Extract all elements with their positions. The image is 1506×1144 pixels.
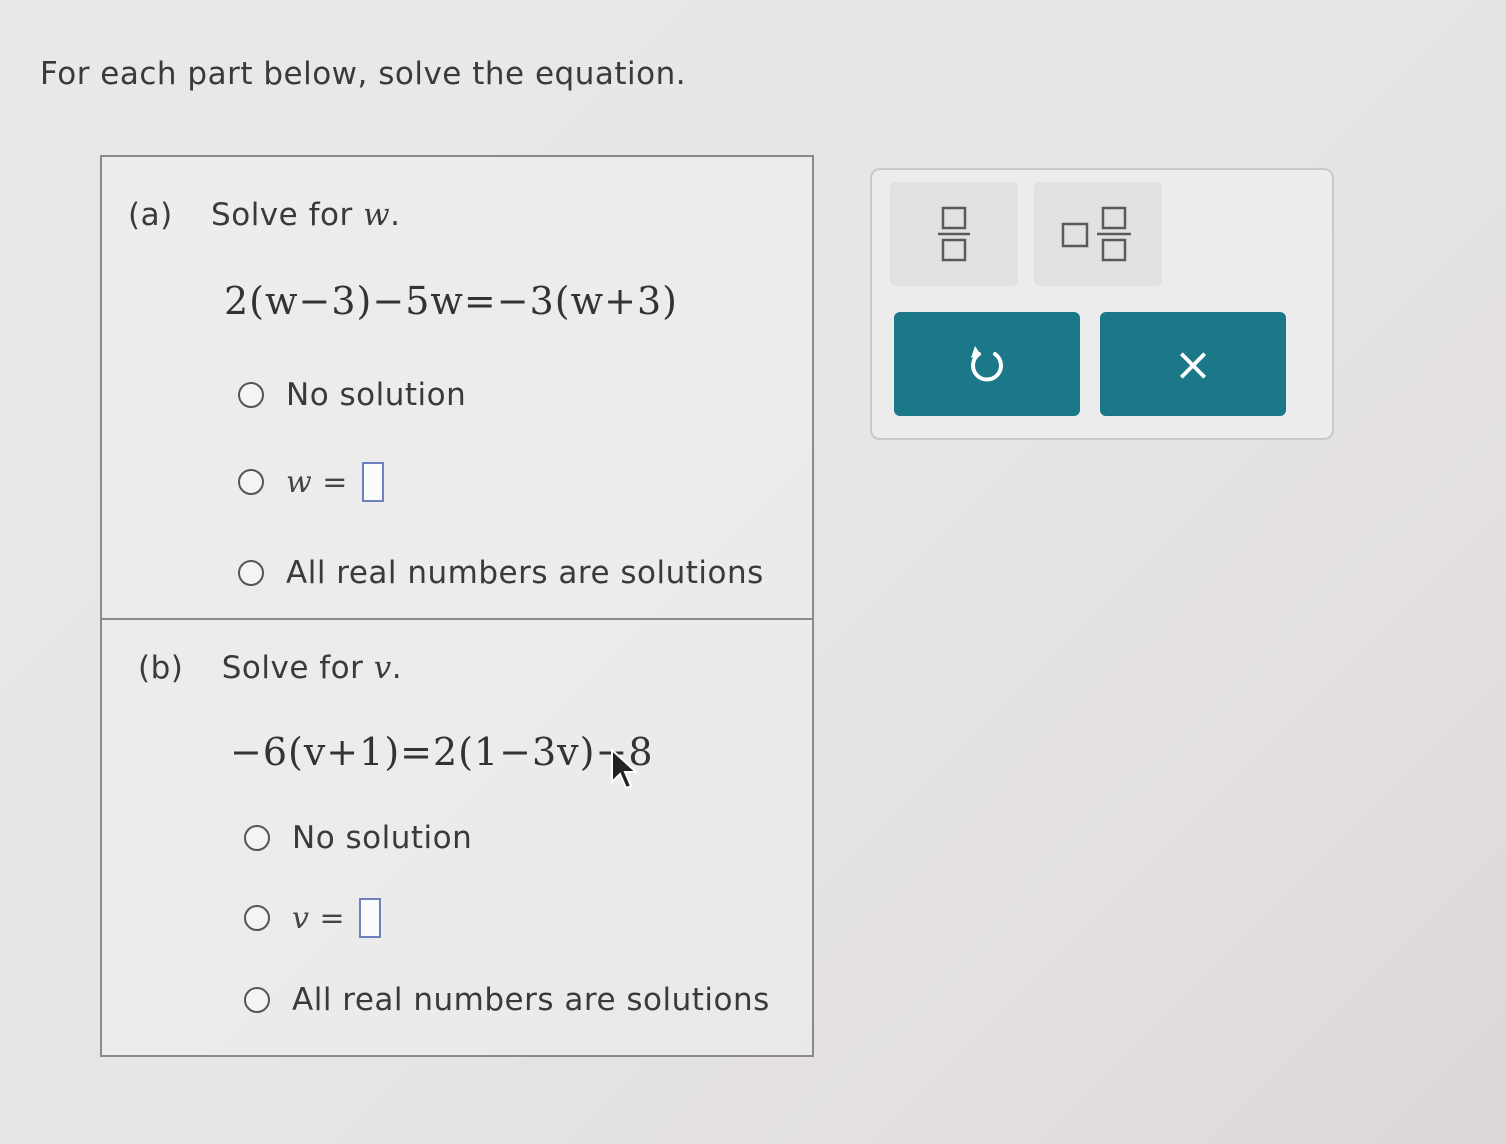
radio-button[interactable] <box>238 382 264 408</box>
radio-button[interactable] <box>244 987 270 1013</box>
answer-equation: v = <box>292 898 382 938</box>
part-b-equation: −6(v+1)=2(1−3v)−8 <box>230 730 654 774</box>
clear-button[interactable]: × <box>1100 312 1286 416</box>
mixed-number-button[interactable] <box>1034 182 1162 286</box>
part-a-answer-input[interactable] <box>361 462 384 502</box>
math-toolbar: × <box>870 168 1334 440</box>
part-b-option-all-real[interactable]: All real numbers are solutions <box>244 982 770 1018</box>
radio-button[interactable] <box>244 825 270 851</box>
part-a-prompt-suffix: . <box>390 197 401 233</box>
mixed-number-icon <box>1061 206 1131 262</box>
part-b-option-no-solution[interactable]: No solution <box>244 820 472 856</box>
part-a-header: (a) Solve for w. <box>128 197 400 233</box>
fraction-button[interactable] <box>890 182 1018 286</box>
option-label: All real numbers are solutions <box>286 555 764 591</box>
radio-button[interactable] <box>238 560 264 586</box>
option-label: No solution <box>292 820 473 856</box>
part-b-answer-input[interactable] <box>359 898 382 938</box>
part-a: (a) Solve for w. 2(w−3)−5w=−3(w+3) No so… <box>102 157 812 620</box>
option-label: No solution <box>286 377 467 413</box>
answer-label: v = <box>292 900 346 936</box>
option-label: All real numbers are solutions <box>292 982 770 1018</box>
close-icon: × <box>1173 337 1213 391</box>
fraction-icon <box>938 206 970 262</box>
part-b: (b) Solve for v. −6(v+1)=2(1−3v)−8 No so… <box>102 620 812 1055</box>
part-a-option-no-solution[interactable]: No solution <box>238 377 466 413</box>
undo-icon <box>971 346 1003 382</box>
mouse-cursor-icon <box>611 748 638 790</box>
part-a-option-value[interactable]: w = <box>238 462 384 502</box>
question-panel: (a) Solve for w. 2(w−3)−5w=−3(w+3) No so… <box>100 155 814 1057</box>
radio-button[interactable] <box>244 905 270 931</box>
part-a-prompt: Solve for <box>211 197 353 233</box>
part-b-letter: (b) <box>138 650 184 686</box>
part-b-prompt-suffix: . <box>391 650 403 686</box>
undo-button[interactable] <box>894 312 1080 416</box>
part-a-letter: (a) <box>128 197 173 233</box>
answer-equation: w = <box>286 462 384 502</box>
part-b-variable: v <box>373 650 392 686</box>
part-b-header: (b) Solve for v. <box>138 650 402 686</box>
radio-button[interactable] <box>238 469 264 495</box>
part-a-variable: w <box>363 197 391 233</box>
answer-label: w = <box>286 464 348 500</box>
part-b-option-value[interactable]: v = <box>244 898 382 938</box>
part-a-option-all-real[interactable]: All real numbers are solutions <box>238 555 764 591</box>
instruction-text: For each part below, solve the equation. <box>40 56 687 92</box>
part-a-equation: 2(w−3)−5w=−3(w+3) <box>224 279 678 323</box>
part-b-prompt: Solve for <box>221 650 364 686</box>
